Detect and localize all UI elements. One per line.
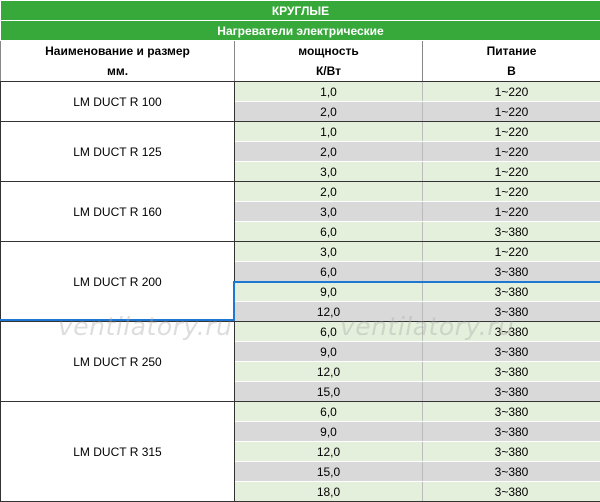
- supply-cell: 3~380: [423, 422, 600, 442]
- model-name-cell: LM DUCT R 250: [1, 322, 235, 402]
- supply-cell: 3~380: [423, 342, 600, 362]
- supply-cell: 3~380: [423, 262, 600, 282]
- supply-cell: 1~220: [423, 182, 600, 202]
- supply-cell: 1~220: [423, 242, 600, 262]
- power-cell: 3,0: [235, 242, 423, 262]
- power-cell: 12,0: [235, 302, 423, 322]
- header-supply-unit: В: [423, 61, 600, 82]
- supply-cell: 3~380: [423, 382, 600, 402]
- table-row: LM DUCT R 3156,03~380: [1, 402, 600, 422]
- selection-outline-bottom: [0, 319, 235, 321]
- power-cell: 6,0: [235, 222, 423, 242]
- header-name: Наименование и размер: [1, 41, 235, 62]
- model-name-cell: LM DUCT R 200: [1, 242, 235, 322]
- power-cell: 15,0: [235, 462, 423, 482]
- table-row: LM DUCT R 1001,01~220: [1, 82, 600, 102]
- price-table-container: КРУГЛЫЕ Нагреватели электрические Наимен…: [0, 0, 600, 497]
- power-cell: 6,0: [235, 262, 423, 282]
- power-cell: 9,0: [235, 282, 423, 302]
- power-cell: 18,0: [235, 482, 423, 502]
- supply-cell: 3~380: [423, 482, 600, 502]
- heaters-table: КРУГЛЫЕ Нагреватели электрические Наимен…: [0, 0, 600, 502]
- supply-cell: 1~220: [423, 102, 600, 122]
- model-name-cell: LM DUCT R 100: [1, 82, 235, 122]
- supply-cell: 3~380: [423, 362, 600, 382]
- supply-cell: 3~380: [423, 302, 600, 322]
- power-cell: 2,0: [235, 182, 423, 202]
- header-power: мощность: [235, 41, 423, 62]
- supply-cell: 3~380: [423, 282, 600, 302]
- table-row: LM DUCT R 1251,01~220: [1, 122, 600, 142]
- supply-cell: 1~220: [423, 122, 600, 142]
- supply-cell: 3~380: [423, 402, 600, 422]
- power-cell: 3,0: [235, 162, 423, 182]
- model-name-cell: LM DUCT R 315: [1, 402, 235, 502]
- power-cell: 9,0: [235, 342, 423, 362]
- table-row: LM DUCT R 2506,03~380: [1, 322, 600, 342]
- power-cell: 1,0: [235, 82, 423, 102]
- header-supply: Питание: [423, 41, 600, 62]
- power-cell: 6,0: [235, 402, 423, 422]
- model-name-cell: LM DUCT R 160: [1, 182, 235, 242]
- power-cell: 12,0: [235, 362, 423, 382]
- power-cell: 9,0: [235, 422, 423, 442]
- table-subtitle: Нагреватели электрические: [1, 21, 600, 41]
- supply-cell: 3~380: [423, 442, 600, 462]
- selection-outline-top: [234, 281, 600, 283]
- model-name-cell: LM DUCT R 125: [1, 122, 235, 182]
- header-name-unit: мм.: [1, 61, 235, 82]
- power-cell: 6,0: [235, 322, 423, 342]
- power-cell: 2,0: [235, 102, 423, 122]
- supply-cell: 1~220: [423, 142, 600, 162]
- supply-cell: 3~380: [423, 222, 600, 242]
- table-row: LM DUCT R 1602,01~220: [1, 182, 600, 202]
- header-power-unit: К/Вт: [235, 61, 423, 82]
- supply-cell: 1~220: [423, 202, 600, 222]
- table-row: LM DUCT R 2003,01~220: [1, 242, 600, 262]
- power-cell: 15,0: [235, 382, 423, 402]
- power-cell: 2,0: [235, 142, 423, 162]
- power-cell: 3,0: [235, 202, 423, 222]
- power-cell: 1,0: [235, 122, 423, 142]
- supply-cell: 1~220: [423, 162, 600, 182]
- supply-cell: 3~380: [423, 462, 600, 482]
- selection-outline-left: [233, 281, 235, 320]
- supply-cell: 3~380: [423, 322, 600, 342]
- supply-cell: 1~220: [423, 82, 600, 102]
- table-title: КРУГЛЫЕ: [1, 1, 600, 21]
- power-cell: 12,0: [235, 442, 423, 462]
